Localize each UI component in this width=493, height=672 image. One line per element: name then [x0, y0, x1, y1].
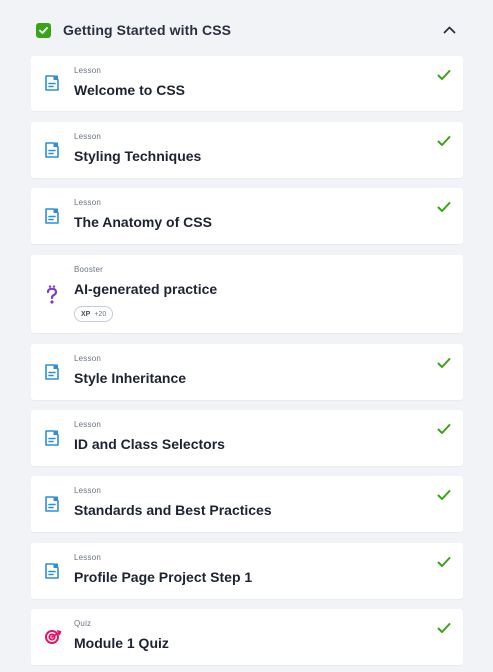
module-header[interactable]: Getting Started with CSS — [31, 10, 463, 50]
item-kind-label: Lesson — [74, 486, 101, 495]
lesson-document-icon — [44, 562, 60, 580]
item-title: AI-generated practice — [74, 281, 218, 297]
lesson-document-icon — [44, 363, 60, 381]
lesson-document-icon — [44, 141, 60, 159]
completed-check-icon — [437, 555, 451, 567]
list-item-profile-page-project-step-1[interactable]: Lesson Profile Page Project Step 1 — [31, 543, 463, 599]
item-title: Profile Page Project Step 1 — [74, 569, 253, 585]
xp-badge-label: XP — [81, 310, 91, 318]
list-item-module-1-quiz[interactable]: Quiz Module 1 Quiz — [31, 609, 463, 665]
module-completed-checkbox-icon — [36, 22, 51, 38]
item-kind-label: Quiz — [74, 619, 92, 628]
item-kind-label: Lesson — [74, 354, 101, 363]
xp-badge-value: +20 — [94, 310, 107, 318]
item-title: Standards and Best Practices — [74, 502, 272, 518]
list-item-the-anatomy-of-css[interactable]: Lesson The Anatomy of CSS — [31, 188, 463, 244]
list-item-id-and-class-selectors[interactable]: Lesson ID and Class Selectors — [31, 410, 463, 466]
item-title: Welcome to CSS — [74, 82, 185, 98]
item-kind-label: Lesson — [74, 66, 101, 75]
list-item-styling-techniques[interactable]: Lesson Styling Techniques — [31, 122, 463, 178]
xp-badge: XP +20 — [74, 306, 114, 322]
list-item-standards-and-best-practices[interactable]: Lesson Standards and Best Practices — [31, 476, 463, 532]
item-kind-label: Booster — [74, 265, 103, 274]
completed-check-icon — [437, 68, 451, 80]
item-title: Module 1 Quiz — [74, 635, 169, 651]
lesson-document-icon — [44, 207, 60, 225]
item-kind-label: Lesson — [74, 198, 101, 207]
item-title: The Anatomy of CSS — [74, 214, 212, 230]
item-title: ID and Class Selectors — [74, 436, 225, 452]
chevron-up-icon[interactable] — [441, 22, 457, 38]
completed-check-icon — [437, 422, 451, 434]
module-title: Getting Started with CSS — [63, 22, 232, 38]
question-mark-icon — [44, 285, 60, 304]
item-kind-label: Lesson — [74, 553, 101, 562]
list-item-style-inheritance[interactable]: Lesson Style Inheritance — [31, 344, 463, 400]
completed-check-icon — [437, 621, 451, 633]
item-title: Style Inheritance — [74, 370, 187, 386]
completed-check-icon — [437, 134, 451, 146]
completed-check-icon — [437, 356, 451, 368]
item-title: Styling Techniques — [74, 148, 202, 164]
list-item-welcome-to-css[interactable]: Lesson Welcome to CSS — [31, 56, 463, 111]
completed-check-icon — [437, 488, 451, 500]
list-item-ai-generated-practice[interactable]: Booster AI-generated practice XP +20 — [31, 255, 463, 333]
target-icon — [44, 629, 62, 647]
completed-check-icon — [437, 200, 451, 212]
lesson-document-icon — [44, 495, 60, 513]
lesson-document-icon — [44, 429, 60, 447]
item-kind-label: Lesson — [74, 420, 101, 429]
module-panel: Getting Started with CSS Lesson Welcome … — [0, 0, 493, 672]
item-kind-label: Lesson — [74, 132, 101, 141]
lesson-document-icon — [44, 74, 60, 92]
